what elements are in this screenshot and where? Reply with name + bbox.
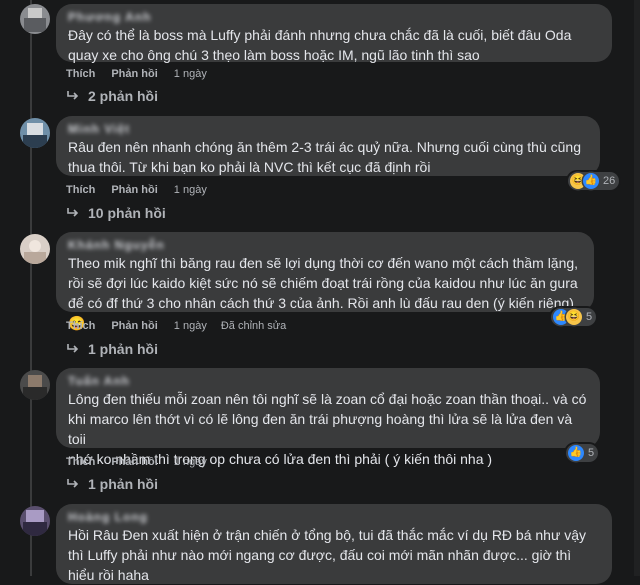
edited-label: Đã chỉnh sửa (220, 320, 287, 332)
replies-count: 1 phản hồi (88, 341, 158, 357)
reply-button[interactable]: Phản hồi (111, 183, 157, 197)
view-replies-button[interactable]: 10 phản hồi (66, 205, 166, 221)
reaction-summary[interactable]: 👍 😆 5 (551, 308, 597, 326)
avatar[interactable] (20, 118, 50, 148)
reaction-summary[interactable]: 👍 5 (566, 444, 599, 462)
reply-button[interactable]: Phản hồi (111, 67, 157, 81)
comment-author[interactable]: Khánh Nguyễn (68, 238, 582, 253)
view-replies-button[interactable]: 2 phản hồi (66, 88, 158, 104)
thread-line (30, 0, 32, 576)
timestamp[interactable]: 1 ngày (174, 183, 207, 197)
reaction-count: 26 (603, 175, 616, 187)
timestamp[interactable]: 1 ngày (174, 319, 207, 333)
avatar[interactable] (20, 234, 50, 264)
like-reaction-icon: 👍 (568, 445, 584, 461)
comment-text: Râu đen nên nhanh chóng ăn thêm 2-3 trái… (68, 139, 581, 175)
comment-bubble: Hoàng Long Hồi Râu Đen xuất hiện ở trận … (56, 504, 612, 584)
like-button[interactable]: Thích (66, 319, 95, 333)
comment-author[interactable]: Minh Việt (68, 122, 588, 137)
comment-text: Hồi Râu Đen xuất hiện ở trận chiến ở tổn… (68, 527, 587, 583)
timestamp[interactable]: 1 ngày (174, 455, 207, 469)
reply-arrow-icon (67, 91, 79, 100)
comment-actions: Thích Phản hồi 1 ngày Đã chỉnh sửa (66, 319, 300, 333)
replies-count: 2 phản hồi (88, 88, 158, 104)
timestamp[interactable]: 1 ngày (174, 67, 207, 81)
like-reaction-icon: 👍 (583, 173, 599, 189)
avatar[interactable] (20, 4, 50, 34)
comment-text: Đây có thể là boss mà Luffy phải đánh nh… (68, 27, 572, 63)
replies-count: 1 phản hồi (88, 476, 158, 492)
like-button[interactable]: Thích (66, 455, 95, 469)
comment-author[interactable]: Hoàng Long (68, 510, 600, 525)
comment-author[interactable]: Phương Anh (68, 10, 600, 25)
comment-bubble: Minh Việt Râu đen nên nhanh chóng ăn thê… (56, 116, 600, 176)
comment-text-body: Theo mik nghĩ thì băng rau đen sẽ lợi dụ… (68, 255, 579, 311)
reply-button[interactable]: Phản hồi (111, 455, 157, 469)
like-button[interactable]: Thích (66, 67, 95, 81)
view-replies-button[interactable]: 1 phản hồi (66, 476, 158, 492)
reaction-summary[interactable]: 😆 👍 26 (568, 172, 620, 190)
comment-author[interactable]: Tuấn Anh (68, 374, 588, 389)
reply-button[interactable]: Phản hồi (111, 319, 157, 333)
comment-bubble: Tuấn Anh Lông đen thiếu mỗi zoan nên tôi… (56, 368, 600, 467)
comment-bubble: Khánh Nguyễn Theo mik nghĩ thì băng rau … (56, 232, 594, 331)
like-button[interactable]: Thích (66, 183, 95, 197)
comment-actions: Thích Phản hồi 1 ngày (66, 455, 221, 469)
replies-count: 10 phản hồi (88, 205, 166, 221)
reply-arrow-icon (67, 344, 79, 353)
view-replies-button[interactable]: 1 phản hồi (66, 341, 158, 357)
reaction-count: 5 (588, 447, 595, 459)
reply-arrow-icon (67, 208, 79, 217)
reply-arrow-icon (67, 479, 79, 488)
avatar[interactable] (20, 506, 50, 536)
comment-bubble: Phương Anh Đây có thể là boss mà Luffy p… (56, 4, 612, 63)
avatar[interactable] (20, 370, 50, 400)
scrollbar[interactable] (634, 0, 640, 576)
comment-actions: Thích Phản hồi 1 ngày (66, 67, 221, 81)
comment-actions: Thích Phản hồi 1 ngày (66, 183, 221, 197)
haha-reaction-icon: 😆 (566, 309, 582, 325)
reaction-count: 5 (586, 311, 593, 323)
